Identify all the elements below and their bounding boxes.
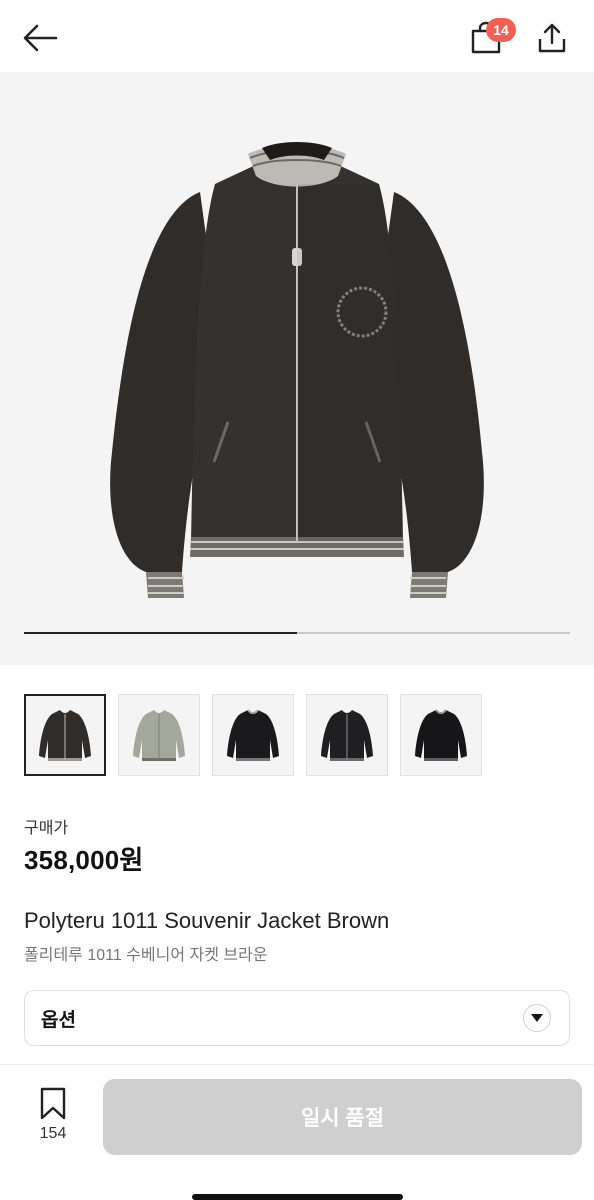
thumbnail-5[interactable] bbox=[400, 694, 482, 776]
caret-down-icon bbox=[523, 1004, 551, 1032]
jacket-image bbox=[110, 142, 484, 598]
product-image-carousel[interactable] bbox=[0, 72, 594, 665]
home-indicator bbox=[192, 1194, 403, 1200]
thumbnail-1[interactable] bbox=[24, 694, 106, 776]
jacket-thumbnail-image bbox=[39, 710, 91, 761]
thumbnail-4[interactable] bbox=[306, 694, 388, 776]
option-select[interactable]: 옵션 bbox=[24, 990, 570, 1046]
bottom-action-bar: 154 일시 품절 bbox=[0, 1064, 594, 1200]
product-price: 358,000원 bbox=[24, 845, 144, 875]
soldout-button[interactable]: 일시 품절 bbox=[103, 1079, 582, 1155]
jacket-thumbnail-image bbox=[415, 709, 467, 761]
price-label: 구매가 bbox=[24, 820, 69, 837]
gallery-progress-fill bbox=[24, 632, 297, 634]
share-button[interactable] bbox=[532, 16, 572, 60]
arrow-left-icon bbox=[23, 24, 58, 52]
bag-count-badge: 14 bbox=[486, 18, 516, 42]
jacket-thumbnail-image bbox=[133, 710, 185, 761]
product-name-en: Polyteru 1011 Souvenir Jacket Brown bbox=[24, 908, 390, 933]
share-upload-icon bbox=[538, 23, 566, 53]
back-button[interactable] bbox=[20, 16, 60, 60]
app-header: 14 bbox=[0, 0, 594, 72]
bookmark-button[interactable]: 154 bbox=[22, 1087, 84, 1147]
gallery-progress-track bbox=[24, 632, 570, 634]
product-name-ko: 폴리테루 1011 수베니어 자켓 브라운 bbox=[24, 947, 268, 964]
bookmark-icon bbox=[40, 1087, 66, 1120]
jacket-thumbnail-image bbox=[227, 709, 279, 761]
thumbnail-3[interactable] bbox=[212, 694, 294, 776]
jacket-thumbnail-image bbox=[321, 710, 373, 761]
thumbnail-2[interactable] bbox=[118, 694, 200, 776]
thumbnail-strip bbox=[24, 694, 482, 778]
bookmark-count: 154 bbox=[39, 1125, 67, 1142]
option-label: 옵션 bbox=[41, 1009, 76, 1031]
